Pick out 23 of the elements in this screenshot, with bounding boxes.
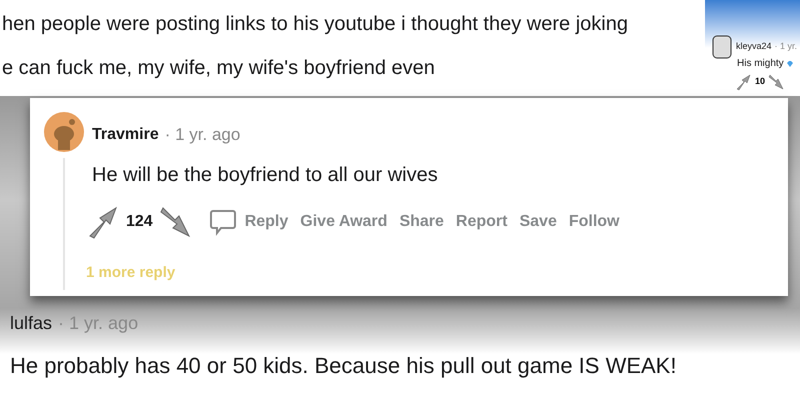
timestamp: · 1 yr. — [774, 40, 798, 54]
upvote-icon[interactable] — [735, 73, 753, 91]
action-button[interactable]: Report — [452, 210, 512, 234]
username[interactable]: kleyva24 — [736, 40, 772, 54]
comment-text: His mighty — [737, 57, 784, 71]
action-button[interactable]: Give Award — [296, 210, 392, 234]
vote-count: 10 — [755, 75, 766, 88]
timestamp: · 1 yr. ago — [58, 312, 138, 335]
diamond-icon — [786, 60, 794, 68]
username[interactable]: Travmire — [92, 122, 159, 147]
action-button[interactable]: Follow — [564, 210, 624, 234]
downvote-icon[interactable] — [767, 73, 786, 91]
username[interactable]: lulfas — [10, 310, 52, 337]
comment-text: hen people were posting links to his youtube i thought they were joking — [1, 12, 629, 37]
vote-count: 124 — [126, 212, 153, 232]
comment-icon — [208, 208, 237, 236]
comment-text: He probably has 40 or 50 kids. Because his pull out game IS WEAK! — [10, 352, 678, 380]
comment-text: He will be the boyfriend to all our wives — [92, 162, 439, 188]
action-button[interactable]: Reply — [240, 210, 292, 234]
action-button[interactable]: Share — [395, 210, 448, 234]
timestamp: · 1 yr. ago — [164, 124, 240, 146]
action-button[interactable]: Save — [515, 210, 561, 234]
comment-text: e can fuck me, my wife, my wife's boyfriend even — [1, 56, 436, 81]
